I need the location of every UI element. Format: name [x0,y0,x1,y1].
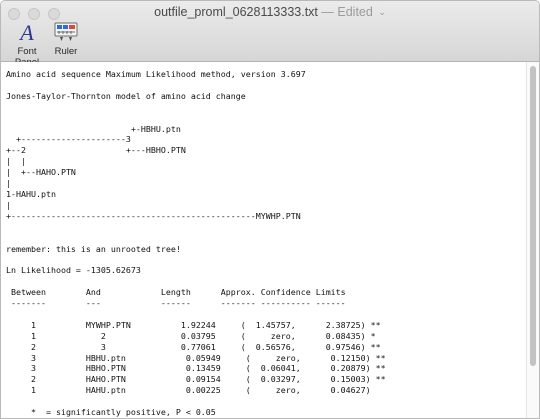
document-line: Ln Likelihood = -1305.62673 [6,265,141,276]
document-line: Amino acid sequence Maximum Likelihood m… [6,69,306,79]
window-title-separator: — [321,5,334,19]
vertical-scrollbar[interactable] [526,62,539,418]
font-panel-icon: A [20,20,34,45]
document-text-area[interactable]: Amino acid sequence Maximum Likelihood m… [1,62,526,418]
document-text[interactable]: Amino acid sequence Maximum Likelihood m… [1,62,526,418]
document-line: 1-HAHU.ptn [6,188,56,199]
window-title[interactable]: outfile_proml_0628113333.txt — Edited ⌄ [1,5,539,19]
document-line: 2 HAHO.PTN 0.09154 ( 0.03297, 0.15003) *… [6,374,386,385]
document-line: 3 HBHU.ptn 0.05949 ( zero, 0.12150) ** [6,352,386,363]
document-line: remember: this is an unrooted tree! [6,243,181,254]
document-line: ------- --- ------ ------- ---------- --… [6,298,346,309]
ruler-icon [54,22,78,41]
document-line: 3 HBHO.PTN 0.13459 ( 0.06041, 0.20879) *… [6,363,386,374]
title-bar: outfile_proml_0628113333.txt — Edited ⌄ … [1,1,539,68]
document-line: 1 HAHU.ptn 0.00225 ( zero, 0.04627) [6,385,371,396]
document-line: | | [6,156,26,167]
textedit-window: outfile_proml_0628113333.txt — Edited ⌄ … [0,0,540,419]
document-line: +-HBHU.ptn [6,123,181,134]
document-line: +---------------------------------------… [6,210,301,221]
document-line: 2 3 0.77061 ( 0.56576, 0.97546) ** [6,341,381,352]
document-line: Between And Length Approx. Confidence Li… [6,287,346,298]
document-line: | [6,199,11,210]
scrollbar-thumb[interactable] [530,66,536,366]
document-line: | [6,178,11,189]
document-line: * = significantly positive, P < 0.05 [6,407,216,418]
ruler-label: Ruler [54,46,78,57]
chevron-down-icon[interactable]: ⌄ [378,7,386,18]
document-line: +--2 +---HBHO.PTN [6,145,186,156]
edited-status-label: Edited [337,5,373,19]
ruler-button[interactable]: Ruler [51,22,81,57]
document-line: Jones-Taylor-Thornton model of amino aci… [6,90,246,101]
document-line: +---------------------3 [6,134,131,145]
document-line: 1 MYWHP.PTN 1.92244 ( 1.45757, 2.38725) … [6,319,381,330]
window-title-filename: outfile_proml_0628113333.txt [154,5,318,19]
document-line: | +--HAHO.PTN [6,167,76,178]
document-line: 1 2 0.03795 ( zero, 0.08435) * [6,330,376,341]
